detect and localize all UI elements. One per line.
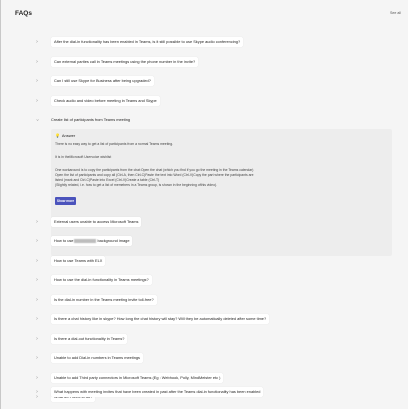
faq-item[interactable]: › Unable to add Dial-in numbers in Teams… — [22, 352, 394, 366]
answer-title: Answer — [61, 133, 76, 138]
chevron-right-icon[interactable]: › — [34, 59, 40, 65]
faq-item[interactable]: › Can external parties call in Teams mee… — [22, 56, 394, 70]
answer-text-line: Open the list of participants and copy a… — [55, 173, 254, 177]
faq-item[interactable]: › Can I still use Skype for Business aft… — [22, 75, 394, 89]
faq-question[interactable]: Is there a chat history like in skype? H… — [51, 314, 270, 324]
faq-question[interactable]: How to use background image — [51, 236, 133, 246]
chevron-right-icon[interactable]: › — [34, 277, 40, 283]
faq-item[interactable]: › Is the dial-in number in the Teams mee… — [22, 294, 394, 308]
faq-question[interactable]: Is the dial-in number in the Teams meeti… — [51, 294, 157, 305]
faq-question[interactable]: External users unable to access Microsof… — [51, 217, 142, 227]
faq-item[interactable]: › Is there a chat history like in skype?… — [22, 313, 394, 327]
faq-item[interactable]: › How to use the dial-in functionality i… — [22, 274, 394, 288]
chevron-right-icon[interactable]: › — [34, 98, 40, 104]
faq-question[interactable]: Check audio and video before meeting in … — [51, 95, 160, 106]
faq-item[interactable]: › After the dial-in functionality has be… — [22, 36, 394, 50]
faq-question[interactable]: Is there a dial-out functionality in Tea… — [51, 333, 128, 344]
see-all-link[interactable]: See all — [390, 11, 401, 15]
faq-question[interactable]: Can I still use Skype for Business after… — [51, 76, 154, 86]
faq-item[interactable]: › Unable to add Third party connectors i… — [22, 372, 394, 386]
chevron-right-icon[interactable]: › — [34, 336, 40, 342]
faq-question[interactable]: How to use the dial-in functionality in … — [51, 275, 152, 285]
answer-text-line: One workaround is to copy the participan… — [55, 168, 254, 172]
answer-text-line: There is no easy way to get a list of pa… — [55, 142, 174, 146]
chevron-right-icon[interactable]: › — [34, 238, 40, 244]
lightbulb-icon: 💡 — [55, 133, 60, 138]
faq-question[interactable]: After the dial-in functionality has been… — [51, 37, 244, 47]
chevron-right-icon[interactable]: › — [34, 297, 40, 303]
faq-question[interactable]: What happens with meeting invites that h… — [51, 387, 264, 397]
answer-text-line: (Slightly related, i.e. how to get a lis… — [55, 183, 218, 187]
faq-question[interactable]: Unable to add Third party connectors in … — [51, 372, 224, 383]
answer-text-line: listed (mark and Ctrl-C)Paste into Excel… — [55, 178, 160, 182]
chevron-right-icon[interactable]: › — [34, 389, 40, 395]
answer-heading: 💡 Answer — [55, 133, 75, 138]
show-more-button[interactable]: Show more — [55, 197, 76, 205]
faq-question[interactable]: Create list of participants from Teams m… — [51, 115, 130, 125]
chevron-right-icon[interactable]: › — [34, 375, 40, 381]
chevron-right-icon[interactable]: › — [34, 258, 40, 264]
faq-item[interactable]: › How to use background image — [22, 235, 394, 249]
chevron-right-icon[interactable]: › — [34, 39, 40, 45]
chevron-right-icon[interactable]: › — [34, 316, 40, 322]
chevron-down-icon[interactable]: › — [34, 117, 40, 123]
chevron-right-icon[interactable]: › — [34, 78, 40, 84]
faq-item[interactable]: › How to use Teams with ELX — [22, 255, 394, 269]
faq-question[interactable]: Unable to add Dial-in numbers in Teams m… — [51, 353, 143, 363]
chevron-right-icon[interactable]: › — [34, 355, 40, 361]
faq-item[interactable]: › Is there a dial-out functionality in T… — [22, 333, 394, 347]
chevron-right-icon[interactable]: › — [34, 219, 40, 225]
faq-item-expanded[interactable]: › Create list of participants from Teams… — [22, 114, 394, 128]
faq-page: FAQs See all › After the dial-in functio… — [0, 0, 408, 409]
answer-text-line: It is in theMicrosoft Uservoice wishlist — [55, 155, 112, 159]
page-title: FAQs — [15, 10, 32, 17]
faq-header: FAQs See all — [9, 7, 401, 23]
faq-question[interactable]: Can external parties call in Teams meeti… — [51, 56, 199, 67]
faq-item[interactable]: › Check audio and video before meeting i… — [22, 95, 394, 109]
faq-question[interactable]: How to use Teams with ELX — [51, 255, 106, 266]
faq-item[interactable]: › External users unable to access Micros… — [22, 216, 394, 230]
redacted-text — [74, 238, 97, 243]
faq-item[interactable]: › What happens with meeting invites that… — [22, 386, 394, 400]
